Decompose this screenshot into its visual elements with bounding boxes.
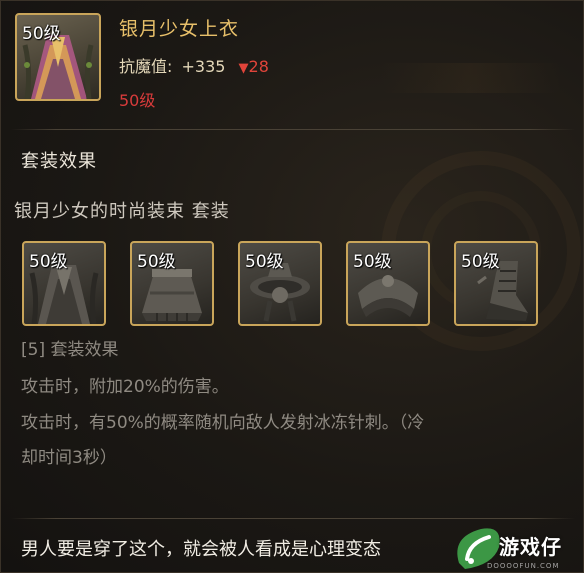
level-badge: 50级 — [22, 24, 61, 44]
level-badge: 50级 — [29, 252, 68, 272]
level-badge: 50级 — [353, 252, 392, 272]
set-piece-1[interactable]: 50级 — [22, 241, 106, 326]
level-badge: 50级 — [461, 252, 500, 272]
watermark-text: 游戏仔 — [499, 535, 562, 559]
set-piece-4[interactable]: 50级 — [346, 241, 430, 326]
set-bonus-header: [5] 套装效果 — [21, 340, 119, 360]
required-level: 50级 — [119, 91, 156, 110]
down-arrow-icon: ▼ — [238, 61, 249, 76]
level-badge: 50级 — [137, 252, 176, 272]
item-name: 银月少女上衣 — [119, 18, 240, 40]
stat-value: +335 — [181, 57, 226, 76]
divider — [11, 129, 575, 130]
stat-down-value: 28 — [248, 57, 269, 76]
set-bonus-line: 攻击时，有50%的概率随机向敌人发射冰冻针刺。（冷 — [21, 413, 425, 433]
stat-comparison: ▼28 — [239, 57, 269, 76]
stat-label: 抗魔值: — [119, 57, 173, 76]
item-tooltip: 50级 银月少女上衣 抗魔值: +335 ▼28 50级 套装效果 银月少女的时… — [0, 0, 584, 573]
item-icon[interactable]: 50级 — [15, 13, 101, 101]
set-piece-3[interactable]: 50级 — [238, 241, 322, 326]
watermark-subtext: DOOOOFUN.COM — [487, 562, 560, 570]
section-title: 套装效果 — [21, 151, 97, 172]
flavor-text: 男人要是穿了这个，就会被人看成是心理变态 — [21, 539, 381, 560]
set-piece-2[interactable]: 50级 — [130, 241, 214, 326]
stat-line: 抗魔值: +335 ▼28 — [119, 53, 269, 77]
set-name: 银月少女的时尚装束 套装 — [14, 201, 230, 222]
background-flourish — [381, 63, 561, 93]
set-bonus-line: 攻击时，附加20%的伤害。 — [21, 377, 229, 397]
set-bonus-line: 却时间3秒） — [21, 448, 117, 468]
level-badge: 50级 — [245, 252, 284, 272]
set-piece-5[interactable]: 50级 — [454, 241, 538, 326]
